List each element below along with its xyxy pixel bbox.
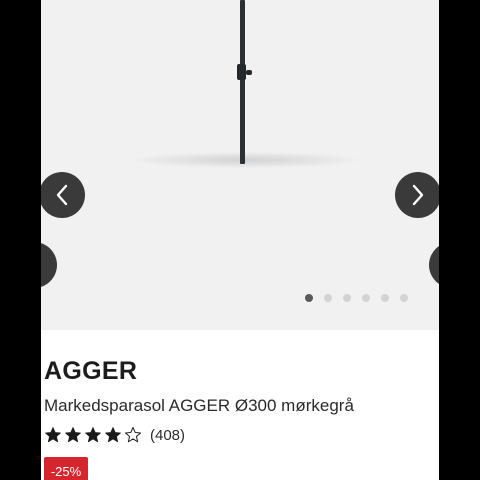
star-filled-icon: [105, 427, 121, 443]
secondary-next-button[interactable]: [429, 242, 439, 288]
gallery-next-button[interactable]: [395, 172, 439, 218]
pagination-dot[interactable]: [324, 294, 332, 302]
gallery-prev-button[interactable]: [41, 172, 85, 218]
star-filled-icon: [85, 427, 101, 443]
pagination-dot[interactable]: [362, 294, 370, 302]
image-gallery[interactable]: [41, 0, 439, 330]
secondary-prev-button[interactable]: [41, 242, 57, 288]
product-brand: AGGER: [44, 357, 138, 385]
rating-stars: [44, 426, 144, 444]
product-shadow: [131, 152, 361, 168]
star-filled-icon: [65, 427, 81, 443]
pole-knob: [246, 70, 252, 75]
pagination-dot[interactable]: [343, 294, 351, 302]
product-page: AGGER Markedsparasol AGGER Ø300 mørkegrå…: [41, 0, 439, 480]
parasol-pole-image: [240, 0, 245, 164]
pagination-dot[interactable]: [400, 294, 408, 302]
chevron-right-icon: [412, 184, 424, 206]
pole-joint: [237, 64, 246, 80]
chevron-left-icon: [56, 184, 68, 206]
star-filled-icon: [45, 427, 61, 443]
star-outline-icon: [125, 427, 141, 443]
review-count[interactable]: (408): [150, 427, 185, 444]
product-title[interactable]: Markedsparasol AGGER Ø300 mørkegrå: [44, 396, 354, 416]
pagination-dot[interactable]: [381, 294, 389, 302]
product-rating[interactable]: (408): [44, 426, 185, 444]
discount-badge: -25%: [44, 457, 88, 480]
pagination-dot[interactable]: [305, 294, 313, 302]
gallery-pagination: [305, 294, 408, 302]
